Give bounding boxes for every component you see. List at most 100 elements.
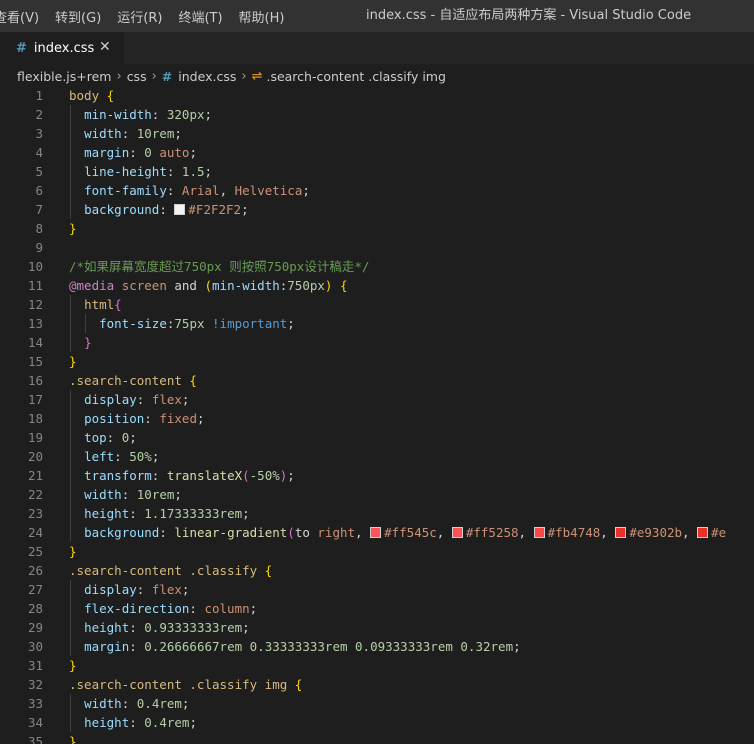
code-token: : bbox=[151, 468, 167, 483]
code-line[interactable]: 21 transform: translateX(-50%); bbox=[0, 466, 754, 485]
code-line[interactable]: 17 display: flex; bbox=[0, 390, 754, 409]
code-token: , bbox=[219, 183, 235, 198]
code-line[interactable]: 24 background: linear-gradient(to right,… bbox=[0, 523, 754, 542]
code-token: ; bbox=[241, 202, 249, 217]
menu-item-go[interactable]: 转到(G) bbox=[55, 7, 101, 26]
breadcrumb-folder-css[interactable]: css bbox=[127, 69, 147, 84]
code-token: height bbox=[84, 506, 130, 521]
code-text: width: 10rem; bbox=[69, 124, 182, 143]
close-icon[interactable]: ✕ bbox=[99, 39, 111, 55]
code-line[interactable]: 11 @media screen and (min-width:750px) { bbox=[0, 276, 754, 295]
color-swatch[interactable] bbox=[533, 527, 545, 538]
code-line[interactable]: 23 height: 1.17333333rem; bbox=[0, 504, 754, 523]
code-token: 0.09333333 bbox=[355, 639, 431, 654]
code-line[interactable]: 6 font-family: Arial, Helvetica; bbox=[0, 181, 754, 200]
code-line[interactable]: 13 font-size:75px !important; bbox=[0, 314, 754, 333]
code-line[interactable]: 1 body { bbox=[0, 86, 754, 105]
code-line[interactable]: 20 left: 50%; bbox=[0, 447, 754, 466]
code-line[interactable]: 35} bbox=[0, 732, 754, 744]
code-line[interactable]: 31} bbox=[0, 656, 754, 675]
color-swatch[interactable] bbox=[615, 527, 627, 538]
code-line[interactable]: 3 width: 10rem; bbox=[0, 124, 754, 143]
code-line[interactable]: 12 html{ bbox=[0, 295, 754, 314]
code-token: body bbox=[69, 88, 107, 103]
tab-index-css[interactable]: # index.css ✕ bbox=[0, 32, 124, 64]
code-text: left: 50%; bbox=[69, 447, 159, 466]
code-token: 1.17333333 bbox=[144, 506, 220, 521]
code-line[interactable]: 14 } bbox=[0, 333, 754, 352]
code-token: auto bbox=[159, 145, 190, 160]
code-token: #fb4748 bbox=[547, 525, 601, 540]
menu-item-help[interactable]: 帮助(H) bbox=[239, 7, 285, 26]
code-line[interactable]: 33 width: 0.4rem; bbox=[0, 694, 754, 713]
code-text: display: flex; bbox=[69, 390, 189, 409]
code-text: position: fixed; bbox=[69, 409, 204, 428]
code-line[interactable]: 32 .search-content .classify img { bbox=[0, 675, 754, 694]
code-line[interactable]: 15} bbox=[0, 352, 754, 371]
code-token: and bbox=[166, 278, 205, 293]
code-line[interactable]: 27 display: flex; bbox=[0, 580, 754, 599]
menu-item-run[interactable]: 运行(R) bbox=[117, 7, 162, 26]
color-swatch[interactable] bbox=[451, 527, 463, 538]
code-line[interactable]: 9 bbox=[0, 238, 754, 257]
code-token: ; bbox=[181, 392, 190, 407]
code-line[interactable]: 16 .search-content { bbox=[0, 371, 754, 390]
code-token: rem bbox=[159, 696, 182, 711]
breadcrumb-folder-root[interactable]: flexible.js+rem bbox=[17, 69, 111, 84]
code-line[interactable]: 5 line-height: 1.5; bbox=[0, 162, 754, 181]
code-token: ; bbox=[204, 164, 213, 179]
line-number: 32 bbox=[27, 677, 43, 692]
code-token: right bbox=[317, 525, 356, 540]
code-token: : bbox=[159, 525, 175, 540]
code-line[interactable]: 28 flex-direction: column; bbox=[0, 599, 754, 618]
code-text: } bbox=[69, 333, 92, 352]
code-token: font-family bbox=[84, 183, 167, 198]
code-editor[interactable]: 1 body {2 min-width: 320px; 3 width: 10rem… bbox=[0, 86, 754, 744]
code-token: margin bbox=[84, 639, 130, 654]
chevron-right-icon: › bbox=[151, 68, 157, 84]
code-text: width: 10rem; bbox=[69, 485, 182, 504]
code-line[interactable]: 4 margin: 0 auto; bbox=[0, 143, 754, 162]
code-line[interactable]: 8} bbox=[0, 219, 754, 238]
line-number: 17 bbox=[27, 392, 43, 407]
breadcrumb-file[interactable]: index.css bbox=[178, 69, 236, 84]
breadcrumb-symbol[interactable]: .search-content .classify img bbox=[266, 69, 445, 84]
code-token: : bbox=[159, 202, 175, 217]
code-line[interactable]: 25} bbox=[0, 542, 754, 561]
code-token: ; bbox=[513, 639, 521, 654]
code-token: , bbox=[436, 525, 452, 540]
code-line[interactable]: 19 top: 0; bbox=[0, 428, 754, 447]
color-swatch[interactable] bbox=[174, 204, 186, 215]
menu-item-terminal[interactable]: 终端(T) bbox=[178, 7, 222, 26]
menu-item-view[interactable]: 查看(V) bbox=[0, 7, 39, 26]
code-line[interactable]: 7 background: #F2F2F2; bbox=[0, 200, 754, 219]
code-text: top: 0; bbox=[69, 428, 137, 447]
code-line[interactable]: 10 /*如果屏幕宽度超过750px 则按照750px设计稿走*/ bbox=[0, 257, 754, 276]
code-token: 0.4 bbox=[136, 696, 160, 711]
code-line[interactable]: 18 position: fixed; bbox=[0, 409, 754, 428]
color-swatch[interactable] bbox=[370, 527, 382, 538]
code-line[interactable]: 2 min-width: 320px; bbox=[0, 105, 754, 124]
code-line[interactable]: 26 .search-content .classify { bbox=[0, 561, 754, 580]
code-line[interactable]: 30 margin: 0.26666667rem 0.33333333rem 0… bbox=[0, 637, 754, 656]
code-line[interactable]: 29 height: 0.93333333rem; bbox=[0, 618, 754, 637]
title-bar: 查看(V) 转到(G) 运行(R) 终端(T) 帮助(H) index.css … bbox=[0, 0, 754, 32]
code-token: ; bbox=[249, 601, 258, 616]
code-token: to bbox=[294, 525, 318, 540]
line-number: 27 bbox=[27, 582, 43, 597]
code-token: 1.5 bbox=[181, 164, 205, 179]
color-swatch[interactable] bbox=[697, 527, 709, 538]
code-line[interactable]: 22 width: 10rem; bbox=[0, 485, 754, 504]
code-token: transform bbox=[84, 468, 152, 483]
code-token: height bbox=[84, 715, 130, 730]
code-token: rem bbox=[430, 639, 453, 654]
code-line[interactable]: 34 height: 0.4rem; bbox=[0, 713, 754, 732]
code-text: line-height: 1.5; bbox=[69, 162, 212, 181]
code-token: : bbox=[114, 449, 130, 464]
